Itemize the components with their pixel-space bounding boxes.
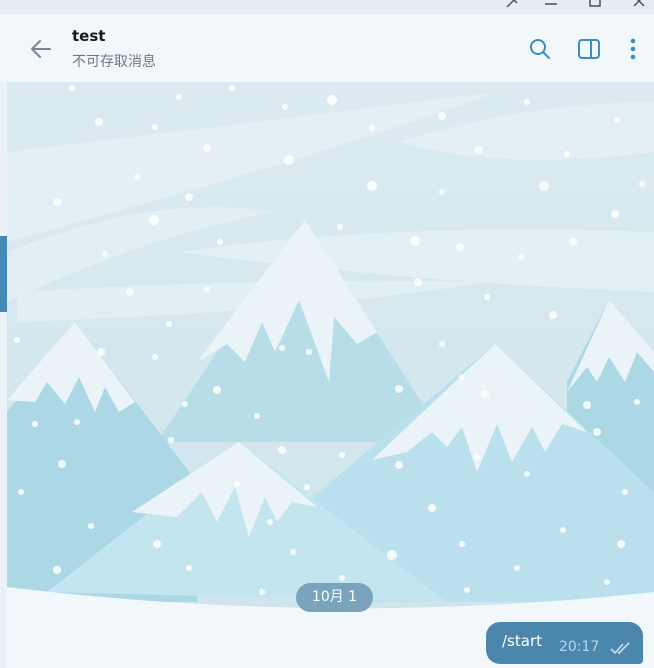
double-check-icon: [610, 642, 630, 655]
sidebar-toggle-icon[interactable]: [576, 36, 602, 62]
pin-icon[interactable]: [502, 0, 520, 10]
mountain-wallpaper: [7, 82, 654, 668]
arrow-left-icon[interactable]: [28, 36, 54, 62]
more-vertical-icon[interactable]: [620, 36, 646, 62]
chat-subtitle: 不可存取消息: [72, 54, 156, 70]
close-icon[interactable]: [630, 0, 648, 10]
message-time: 20:17: [559, 639, 600, 655]
maximize-icon[interactable]: [586, 0, 604, 10]
message-text: /start: [502, 632, 542, 650]
chat-title[interactable]: test: [72, 27, 105, 45]
chat-header: test 不可存取消息: [0, 14, 654, 82]
window-titlebar: [0, 0, 654, 14]
search-icon[interactable]: [527, 36, 553, 62]
date-separator: 10月 1: [296, 583, 373, 612]
left-edge: [0, 82, 7, 668]
outgoing-message-bubble[interactable]: /start 20:17: [486, 622, 643, 664]
minimize-icon[interactable]: [542, 0, 560, 10]
resize-handle[interactable]: [0, 236, 7, 312]
chat-background: [7, 82, 654, 668]
